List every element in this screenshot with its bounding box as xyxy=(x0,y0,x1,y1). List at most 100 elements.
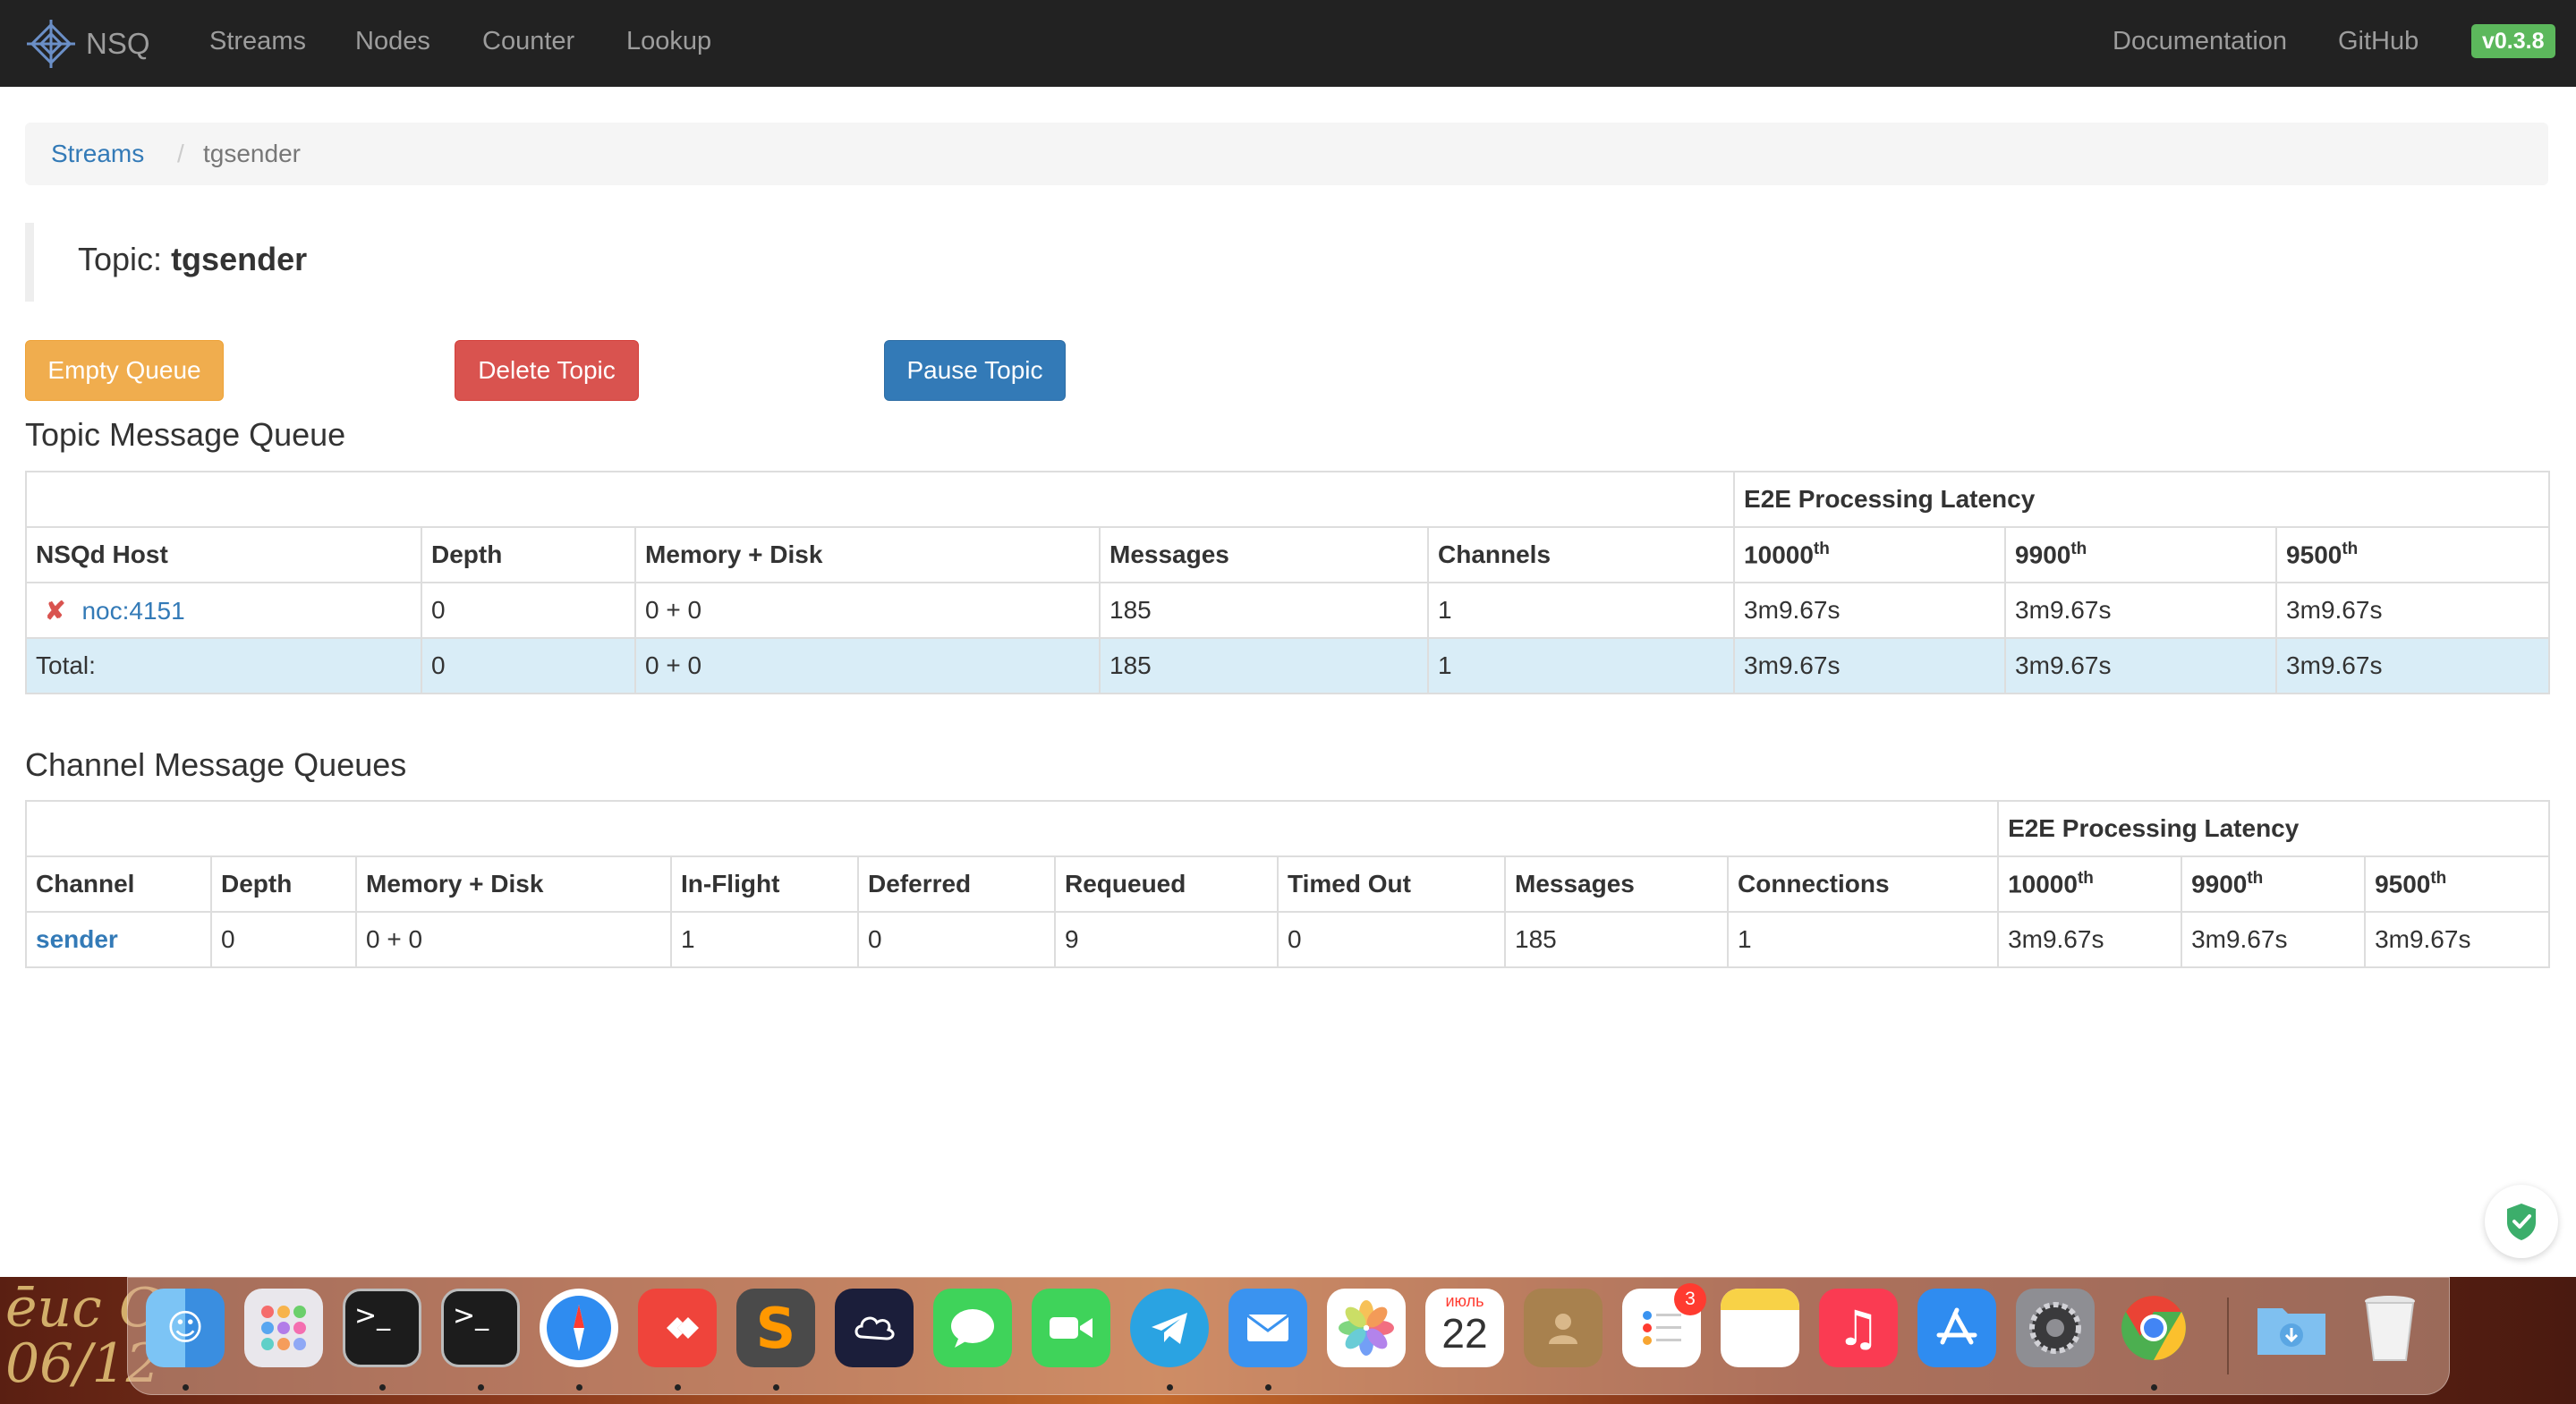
finder-icon[interactable]: ☺ xyxy=(146,1289,225,1367)
delete-topic-button[interactable]: Delete Topic xyxy=(455,340,639,401)
memory-disk-cell: 0 + 0 xyxy=(355,911,672,968)
security-shield-button[interactable] xyxy=(2485,1185,2558,1258)
breadcrumb-separator: / xyxy=(177,140,184,167)
photos-icon[interactable] xyxy=(1327,1289,1406,1367)
timed-out-cell: 0 xyxy=(1277,911,1506,968)
facetime-icon[interactable] xyxy=(1032,1289,1110,1367)
running-indicator xyxy=(675,1384,681,1391)
latency-cell: 3m9.67s xyxy=(2275,582,2551,639)
topic-header: Topic: tgsender xyxy=(25,223,1645,302)
total-row: Total: 0 0 + 0 185 1 3m9.67s 3m9.67s 3m9… xyxy=(25,637,2551,694)
percentile-header: 10000th xyxy=(1733,526,2007,583)
table-row: sender 0 0 + 0 1 0 9 0 185 1 3m9.67s 3m9… xyxy=(25,911,2551,968)
running-indicator xyxy=(379,1384,386,1391)
tombstone-x-icon[interactable]: ✘ xyxy=(45,597,65,625)
depth-cell: 0 xyxy=(421,582,636,639)
total-label: Total: xyxy=(25,637,422,694)
dock-separator xyxy=(2227,1298,2229,1374)
channel-link[interactable]: sender xyxy=(36,925,118,953)
column-header: Messages xyxy=(1504,855,1729,913)
host-cell: ✘ noc:4151 xyxy=(25,582,422,639)
brand-link[interactable]: NSQ xyxy=(25,13,150,75)
topic-label: Topic: xyxy=(78,241,163,277)
memory-disk-cell: 0 + 0 xyxy=(634,637,1101,694)
nsq-logo-icon xyxy=(27,20,75,68)
music-icon[interactable]: ♫ xyxy=(1819,1289,1898,1367)
messages-icon[interactable] xyxy=(933,1289,1012,1367)
running-indicator xyxy=(2151,1384,2157,1391)
nav-documentation[interactable]: Documentation xyxy=(2113,0,2287,87)
nav-nodes[interactable]: Nodes xyxy=(355,0,430,87)
cloud-app-icon[interactable] xyxy=(835,1289,914,1367)
table-row: ✘ noc:4151 0 0 + 0 185 1 3m9.67s 3m9.67s … xyxy=(25,582,2551,639)
breadcrumb-streams-link[interactable]: Streams xyxy=(51,123,144,185)
column-header: Deferred xyxy=(857,855,1056,913)
running-indicator xyxy=(183,1384,189,1391)
telegram-icon[interactable] xyxy=(1130,1289,1209,1367)
channel-queue-table: E2E Processing Latency Channel Depth Mem… xyxy=(24,800,2551,968)
top-navbar: NSQ Streams Nodes Counter Lookup Documen… xyxy=(0,0,2576,88)
latency-cell: 3m9.67s xyxy=(2004,637,2278,694)
contacts-icon[interactable] xyxy=(1524,1289,1603,1367)
notification-badge: 3 xyxy=(1674,1283,1706,1315)
percentile-header: 9900th xyxy=(2181,855,2367,913)
launchpad-icon[interactable] xyxy=(244,1289,323,1367)
nav-lookup[interactable]: Lookup xyxy=(626,0,711,87)
topic-queue-table: E2E Processing Latency NSQd Host Depth M… xyxy=(24,471,2551,694)
latency-cell: 3m9.67s xyxy=(2275,637,2551,694)
header-spacer xyxy=(24,471,1736,528)
topic-name: tgsender xyxy=(171,241,308,277)
column-header: Timed Out xyxy=(1277,855,1506,913)
nav-streams[interactable]: Streams xyxy=(209,0,306,87)
column-header: Memory + Disk xyxy=(355,855,672,913)
anydesk-icon[interactable] xyxy=(638,1289,717,1367)
shield-check-icon xyxy=(2507,1204,2536,1240)
safari-icon[interactable] xyxy=(540,1289,618,1367)
breadcrumb: Streams / tgsender xyxy=(25,123,2548,185)
table-header-row: Channel Depth Memory + Disk In-Flight De… xyxy=(25,855,2551,913)
column-header: Depth xyxy=(421,526,636,583)
percentile-header: 9500th xyxy=(2364,855,2551,913)
sublime-text-icon[interactable]: S xyxy=(736,1289,815,1367)
notes-icon[interactable] xyxy=(1721,1289,1799,1367)
terminal-icon[interactable]: >_ xyxy=(343,1289,421,1367)
channel-cell: sender xyxy=(25,911,212,968)
dock: ☺ >_ >_ S июль 22 3 ♫ xyxy=(127,1277,2450,1395)
empty-queue-button[interactable]: Empty Queue xyxy=(25,340,224,401)
host-link[interactable]: noc:4151 xyxy=(81,597,184,625)
nav-github[interactable]: GitHub xyxy=(2338,0,2419,87)
topic-queue-title: Topic Message Queue xyxy=(25,416,346,453)
calendar-icon[interactable]: июль 22 xyxy=(1425,1289,1504,1367)
mail-icon[interactable] xyxy=(1228,1289,1307,1367)
chrome-icon[interactable] xyxy=(2114,1289,2193,1367)
reminders-icon[interactable]: 3 xyxy=(1622,1283,1706,1367)
breadcrumb-current: tgsender xyxy=(203,140,301,167)
depth-cell: 0 xyxy=(210,911,357,968)
system-preferences-icon[interactable] xyxy=(2016,1289,2095,1367)
requeued-cell: 9 xyxy=(1054,911,1279,968)
nav-counter[interactable]: Counter xyxy=(482,0,574,87)
column-header: Memory + Disk xyxy=(634,526,1101,583)
column-header: Messages xyxy=(1099,526,1429,583)
latency-cell: 3m9.67s xyxy=(1997,911,2183,968)
downloads-folder-icon[interactable] xyxy=(2252,1289,2331,1367)
page-title: Topic: tgsender xyxy=(78,241,307,278)
percentile-header: 9500th xyxy=(2275,526,2551,583)
latency-cell: 3m9.67s xyxy=(1733,637,2007,694)
messages-cell: 185 xyxy=(1099,637,1429,694)
depth-cell: 0 xyxy=(421,637,636,694)
connections-cell: 1 xyxy=(1726,911,2000,968)
version-badge: v0.3.8 xyxy=(2471,24,2555,58)
page-content: Streams / tgsender Topic: tgsender Empty… xyxy=(0,87,2576,1277)
app-store-icon[interactable] xyxy=(1917,1289,1996,1367)
table-header-row: E2E Processing Latency xyxy=(24,800,2551,857)
table-header-row: NSQd Host Depth Memory + Disk Messages C… xyxy=(25,526,2551,583)
column-header: Requeued xyxy=(1054,855,1279,913)
pause-topic-button[interactable]: Pause Topic xyxy=(884,340,1066,401)
terminal-icon[interactable]: >_ xyxy=(441,1289,520,1367)
trash-icon[interactable] xyxy=(2351,1289,2429,1367)
running-indicator xyxy=(576,1384,582,1391)
latency-cell: 3m9.67s xyxy=(2004,582,2278,639)
messages-cell: 185 xyxy=(1099,582,1429,639)
column-header: Connections xyxy=(1726,855,2000,913)
